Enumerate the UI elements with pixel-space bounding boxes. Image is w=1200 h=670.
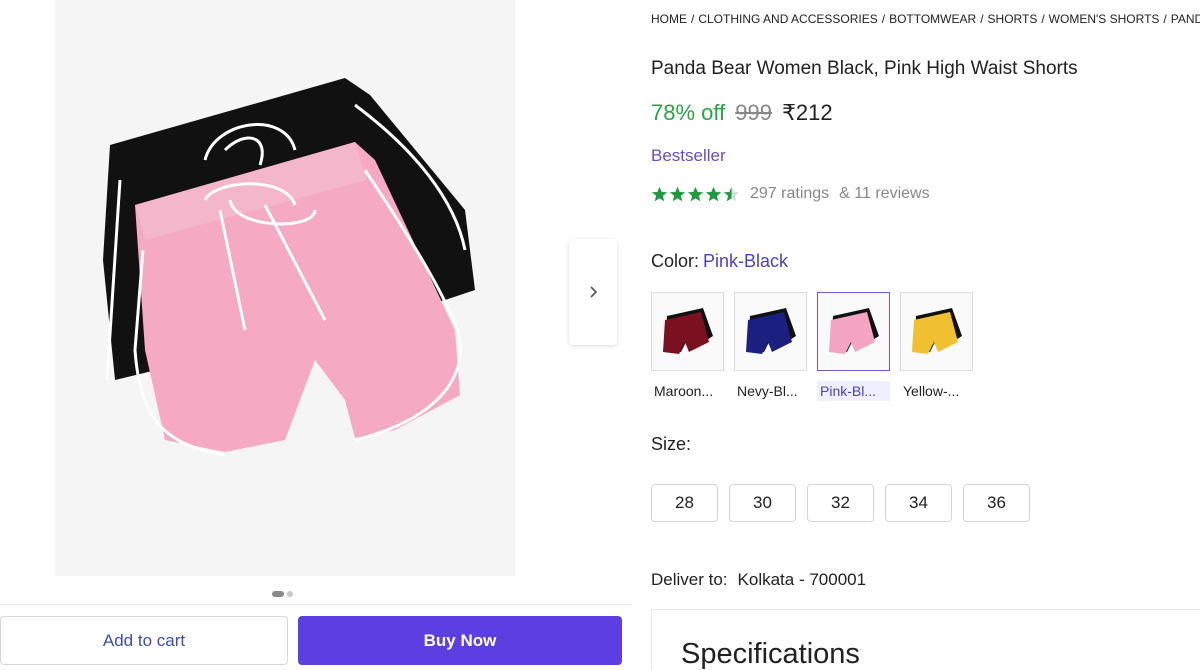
- color-option-label: Maroon...: [654, 383, 714, 399]
- star-full-icon: [687, 186, 704, 201]
- delivery-pincode: Kolkata - 700001: [737, 570, 867, 589]
- chevron-right-icon: [590, 286, 598, 298]
- product-title: Panda Bear Women Black, Pink High Waist …: [651, 58, 1078, 79]
- size-option-34[interactable]: 34: [885, 484, 952, 522]
- star-half-icon: [723, 186, 740, 201]
- size-option-32[interactable]: 32: [807, 484, 874, 522]
- color-option-pink[interactable]: Pink-Bl...: [817, 292, 890, 401]
- delivery-location[interactable]: Deliver to: Kolkata - 700001: [651, 570, 866, 590]
- star-full-icon: [705, 186, 722, 201]
- breadcrumb-clothing[interactable]: CLOTHING AND ACCESSORIES: [698, 12, 877, 26]
- size-label: Size:: [651, 434, 692, 454]
- carousel-dot-active[interactable]: [272, 591, 284, 597]
- color-option-label: Pink-Bl...: [817, 381, 890, 401]
- size-options: 28 30 32 34 36: [651, 484, 1030, 522]
- product-image-gallery[interactable]: [55, 0, 515, 576]
- color-label: Color:: [651, 251, 700, 271]
- color-option-thumbnail: [651, 292, 724, 371]
- add-to-cart-button[interactable]: Add to cart: [0, 616, 288, 665]
- color-swatches: Maroon... Nevy-Bl... Pink-Bl... Yellow-.…: [651, 292, 973, 401]
- star-full-icon: [651, 186, 668, 201]
- image-carousel-dots: [272, 591, 293, 597]
- color-option-thumbnail: [900, 292, 973, 371]
- color-option-maroon[interactable]: Maroon...: [651, 292, 724, 401]
- price-row: 78% off 999 ₹212: [651, 100, 833, 126]
- action-bar-divider: [0, 604, 632, 605]
- next-image-button[interactable]: [569, 239, 617, 345]
- size-option-36[interactable]: 36: [963, 484, 1030, 522]
- breadcrumb-home[interactable]: HOME: [651, 12, 687, 26]
- selected-color: Pink-Black: [703, 251, 789, 271]
- reviews-count: & 11 reviews: [839, 185, 930, 202]
- color-option-yellow[interactable]: Yellow-...: [900, 292, 973, 401]
- specifications-section[interactable]: Specifications: [651, 609, 1200, 670]
- product-image[interactable]: [55, 0, 515, 576]
- color-option-thumbnail: [734, 292, 807, 371]
- color-selector-label: Color: Pink-Black: [651, 251, 788, 272]
- discount-percent: 78% off: [651, 100, 726, 125]
- original-price: 999: [735, 100, 772, 125]
- size-option-28[interactable]: 28: [651, 484, 718, 522]
- bestseller-badge: Bestseller: [651, 146, 726, 165]
- breadcrumb-bottomwear[interactable]: BOTTOMWEAR: [889, 12, 976, 26]
- breadcrumb-womens-shorts[interactable]: WOMEN'S SHORTS: [1049, 12, 1160, 26]
- breadcrumb: HOME / CLOTHING AND ACCESSORIES / BOTTOMWEAR…: [651, 12, 1200, 26]
- specifications-title: Specifications: [681, 638, 860, 670]
- buy-now-button[interactable]: Buy Now: [298, 616, 622, 665]
- ratings-count: 297 ratings: [750, 185, 830, 202]
- star-full-icon: [669, 186, 686, 201]
- rating-row[interactable]: 297 ratings & 11 reviews: [651, 185, 930, 203]
- color-option-label: Nevy-Bl...: [737, 383, 798, 399]
- star-rating: [651, 186, 740, 203]
- deliver-to-label: Deliver to:: [651, 570, 728, 589]
- selling-price: ₹212: [781, 100, 833, 125]
- color-option-navy[interactable]: Nevy-Bl...: [734, 292, 807, 401]
- breadcrumb-shorts[interactable]: SHORTS: [988, 12, 1038, 26]
- size-option-30[interactable]: 30: [729, 484, 796, 522]
- color-option-label: Yellow-...: [903, 383, 960, 399]
- carousel-dot[interactable]: [287, 591, 293, 597]
- product-details: HOME / CLOTHING AND ACCESSORIES / BOTTOMWEAR…: [651, 0, 1200, 670]
- color-option-thumbnail: [817, 292, 890, 371]
- breadcrumb-panda[interactable]: PANDA: [1171, 12, 1200, 26]
